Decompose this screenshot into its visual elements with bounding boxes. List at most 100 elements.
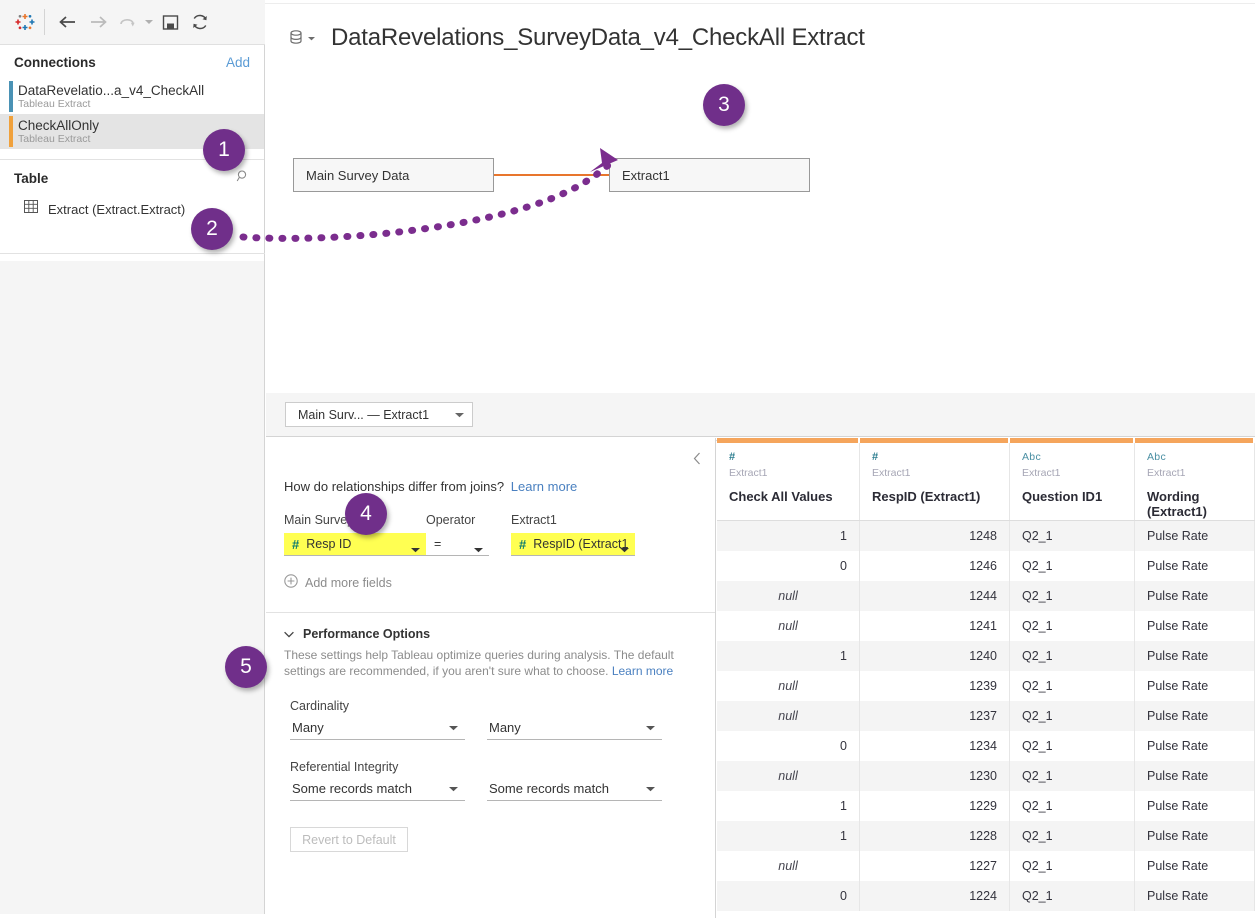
- right-field-dropdown[interactable]: # RespID (Extract1: [511, 533, 635, 556]
- table-cell: 1241: [860, 611, 1010, 641]
- connection-name: DataRevelatio...a_v4_CheckAll: [18, 82, 205, 98]
- left-sidebar: Connections Add DataRevelatio...a_v4_Che…: [0, 45, 265, 914]
- table-cell: 0: [717, 731, 860, 761]
- chevron-left-icon[interactable]: [693, 452, 701, 470]
- table-cell: Pulse Rate: [1135, 851, 1255, 881]
- connections-title: Connections: [14, 54, 96, 70]
- table-cell: null: [717, 581, 860, 611]
- table-row[interactable]: 0 1246 Q2_1 Pulse Rate: [717, 551, 1255, 581]
- table-cell: 1: [717, 821, 860, 851]
- grid-column-header[interactable]: # Extract1 Check All Values: [717, 443, 860, 520]
- chevron-down-icon: [284, 627, 294, 641]
- left-field-value: Resp ID: [306, 537, 352, 551]
- toolbar-divider: [44, 9, 45, 35]
- table-row[interactable]: null 1230 Q2_1 Pulse Rate: [717, 761, 1255, 791]
- logical-table-main-survey-data[interactable]: Main Survey Data: [293, 158, 494, 192]
- learn-more-link[interactable]: Learn more: [511, 479, 577, 494]
- forward-arrow-icon[interactable]: [83, 7, 113, 37]
- table-row[interactable]: 1 1229 Q2_1 Pulse Rate: [717, 791, 1255, 821]
- database-icon[interactable]: [288, 29, 315, 47]
- string-type-icon: Abc: [1022, 451, 1041, 463]
- connection-item-datarevelations[interactable]: DataRevelatio...a_v4_CheckAll Tableau Ex…: [0, 79, 264, 114]
- cardinality-left-dropdown[interactable]: Many: [290, 716, 465, 740]
- connections-header: Connections Add: [0, 45, 264, 79]
- table-cell: 1224: [860, 881, 1010, 911]
- tableau-logo-icon: [10, 7, 40, 37]
- table-row[interactable]: null 1239 Q2_1 Pulse Rate: [717, 671, 1255, 701]
- table-row[interactable]: null 1244 Q2_1 Pulse Rate: [717, 581, 1255, 611]
- add-more-fields-button[interactable]: Add more fields: [266, 556, 715, 591]
- table-row[interactable]: null 1241 Q2_1 Pulse Rate: [717, 611, 1255, 641]
- referential-left-dropdown[interactable]: Some records match: [290, 777, 465, 801]
- connection-color-bar: [9, 81, 13, 112]
- refresh-icon[interactable]: [185, 7, 215, 37]
- table-row[interactable]: 0 1224 Q2_1 Pulse Rate: [717, 881, 1255, 911]
- column-name: RespID (Extract1): [872, 489, 981, 504]
- column-source: Extract1: [729, 467, 768, 479]
- performance-options-header[interactable]: Performance Options: [266, 613, 715, 641]
- performance-learn-more-link[interactable]: Learn more: [612, 664, 673, 678]
- undo-arrow-icon[interactable]: [113, 7, 143, 37]
- grid-column-header[interactable]: # Extract1 RespID (Extract1): [860, 443, 1010, 520]
- column-source: Extract1: [1147, 467, 1186, 479]
- chevron-down-icon: [308, 36, 315, 40]
- annotation-badge-2: 2: [191, 208, 233, 250]
- tab-main-survey-extract1[interactable]: Main Surv... — Extract1: [285, 402, 474, 427]
- referential-right-dropdown[interactable]: Some records match: [487, 777, 662, 801]
- table-cell: 1248: [860, 521, 1010, 551]
- number-type-icon: #: [729, 451, 736, 463]
- table-row[interactable]: 0 1234 Q2_1 Pulse Rate: [717, 731, 1255, 761]
- cardinality-right-dropdown[interactable]: Many: [487, 716, 662, 740]
- undo-dropdown-caret-icon[interactable]: [143, 7, 155, 37]
- table-cell: Q2_1: [1010, 701, 1135, 731]
- cardinality-label: Cardinality: [290, 699, 350, 713]
- relationship-help-row: How do relationships differ from joins? …: [266, 438, 715, 494]
- table-cell: 1239: [860, 671, 1010, 701]
- relationship-help-text: How do relationships differ from joins?: [284, 479, 505, 494]
- datasource-header: DataRevelations_SurveyData_v4_CheckAll E…: [266, 4, 1255, 52]
- chevron-down-icon: [620, 542, 629, 556]
- chevron-down-icon: [646, 725, 655, 730]
- table-cell: Pulse Rate: [1135, 581, 1255, 611]
- connection-type: Tableau Extract: [18, 97, 91, 110]
- table-cell: Pulse Rate: [1135, 701, 1255, 731]
- table-row[interactable]: null 1237 Q2_1 Pulse Rate: [717, 701, 1255, 731]
- logical-table-extract1[interactable]: Extract1: [609, 158, 810, 192]
- table-row[interactable]: 1 1240 Q2_1 Pulse Rate: [717, 641, 1255, 671]
- back-arrow-icon[interactable]: [53, 7, 83, 37]
- table-cell: Pulse Rate: [1135, 821, 1255, 851]
- grid-column-header[interactable]: Abc Extract1 Question ID1: [1010, 443, 1135, 520]
- table-cell: Q2_1: [1010, 791, 1135, 821]
- add-connection-link[interactable]: Add: [226, 55, 250, 70]
- relationship-tab-strip: Main Surv... — Extract1: [266, 393, 1255, 437]
- main-area: DataRevelations_SurveyData_v4_CheckAll E…: [266, 4, 1255, 918]
- revert-to-default-button[interactable]: Revert to Default: [290, 827, 408, 852]
- table-row[interactable]: 1 1248 Q2_1 Pulse Rate: [717, 521, 1255, 551]
- left-field-dropdown[interactable]: # Resp ID: [284, 533, 426, 556]
- table-row[interactable]: null 1227 Q2_1 Pulse Rate: [717, 851, 1255, 881]
- table-row[interactable]: 1 1228 Q2_1 Pulse Rate: [717, 821, 1255, 851]
- grid-body: 1 1248 Q2_1 Pulse Rate 0 1246 Q2_1 Pulse Rate nu…: [717, 521, 1255, 911]
- column-name: Wording (Extract1): [1147, 489, 1207, 519]
- operator-dropdown[interactable]: =: [426, 533, 489, 556]
- referential-integrity-group: Referential Integrity Some records match…: [266, 740, 715, 801]
- logical-table-label: Extract1: [622, 167, 670, 183]
- table-cell: null: [717, 851, 860, 881]
- annotation-badge-4: 4: [345, 493, 387, 535]
- table-cell: Q2_1: [1010, 881, 1135, 911]
- table-cell: 1230: [860, 761, 1010, 791]
- grid-column-header[interactable]: Abc Extract1 Wording (Extract1): [1135, 443, 1255, 520]
- chevron-down-icon: [455, 412, 465, 417]
- page-title: DataRevelations_SurveyData_v4_CheckAll E…: [331, 24, 865, 51]
- table-cell: Pulse Rate: [1135, 761, 1255, 791]
- table-cell: Pulse Rate: [1135, 881, 1255, 911]
- chevron-down-icon: [646, 786, 655, 791]
- table-item-label: Extract (Extract.Extract): [48, 201, 186, 217]
- table-cell: null: [717, 671, 860, 701]
- save-icon[interactable]: [155, 7, 185, 37]
- referential-left-value: Some records match: [292, 781, 412, 796]
- table-cell: Q2_1: [1010, 731, 1135, 761]
- string-type-icon: Abc: [1147, 451, 1166, 463]
- table-cell: 1: [717, 641, 860, 671]
- search-icon[interactable]: [236, 169, 250, 188]
